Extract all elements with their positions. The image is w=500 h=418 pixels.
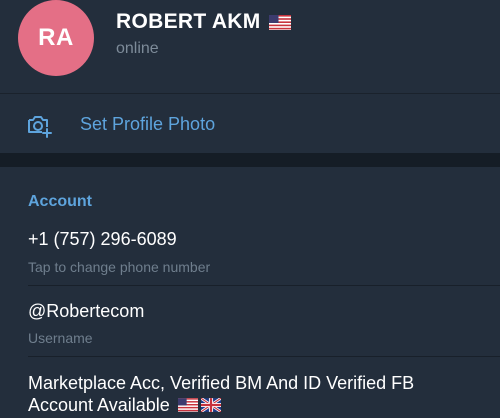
bio-line-1: Marketplace Acc, Verified BM And ID Veri… [28,373,415,393]
phone-hint: Tap to change phone number [28,259,211,275]
camera-add-icon [28,116,52,138]
set-profile-photo-label: Set Profile Photo [80,114,216,134]
uk-flag-icon [200,398,221,412]
online-status: online [116,40,159,57]
divider [28,356,500,357]
name-row: ROBERT AKM [116,10,291,34]
account-section-title: Account [28,193,92,210]
account-section: Account +1 (757) 296-6089 Tap to change … [0,167,500,418]
phone-number[interactable]: +1 (757) 296-6089 [28,229,177,250]
username-label: Username [28,330,93,346]
username[interactable]: @Robertecom [28,301,144,322]
us-flag-icon [268,14,291,30]
bio-line-2-row: Account Available [28,394,488,416]
bio-line-2: Account Available [28,395,170,415]
bio[interactable]: Marketplace Acc, Verified BM And ID Veri… [28,372,488,416]
set-profile-photo-button[interactable]: Set Profile Photo [0,93,500,154]
profile-name: ROBERT AKM [116,10,261,33]
divider [28,285,500,286]
avatar[interactable]: RA [18,0,94,76]
section-separator [0,153,500,167]
profile-header: RA ROBERT AKM online [0,0,500,93]
us-flag-icon [177,398,198,412]
avatar-initials: RA [38,24,74,51]
